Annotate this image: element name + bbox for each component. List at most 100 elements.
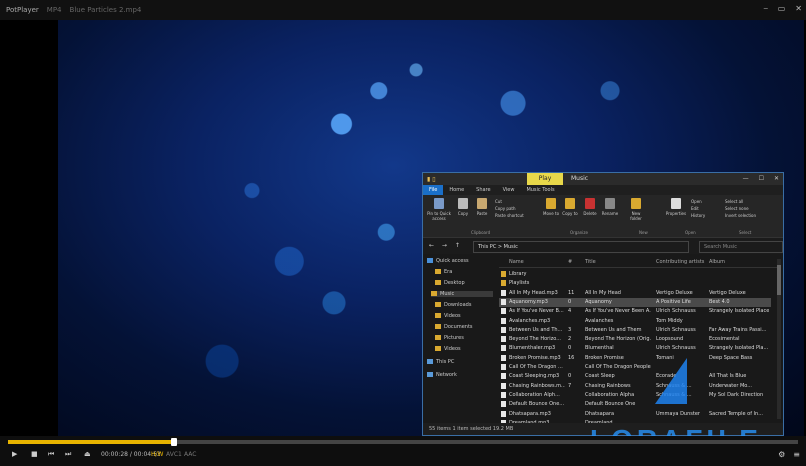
nav-item[interactable]: Videos — [435, 313, 461, 319]
tab-home[interactable]: Home — [443, 185, 470, 195]
file-row[interactable]: Collaboration Alph... Collaboration Alpha… — [499, 391, 771, 400]
nav-item[interactable]: Music — [431, 291, 493, 297]
cell-artist: A Positive Life — [656, 298, 691, 305]
column-artists[interactable]: Contributing artists — [656, 259, 704, 265]
cell-album: All That Is Blue — [709, 373, 747, 380]
cell-title: Chasing Rainbows — [585, 382, 631, 389]
file-row[interactable]: Broken Promise.mp3 16 Broken Promise Tomani… — [499, 354, 771, 363]
video-player: PotPlayer MP4 Blue Particles 2.mp4 ⎯ ▭ ✕… — [0, 0, 806, 466]
computer-icon — [427, 359, 433, 364]
close-icon[interactable]: ✕ — [795, 4, 802, 14]
file-explorer-window[interactable]: ▮ ▯ Play Music — ☐ ✕ File Home Share Vie… — [422, 172, 784, 436]
minimize-icon[interactable]: — — [743, 175, 749, 182]
app-name[interactable]: PotPlayer — [6, 6, 39, 14]
open-button[interactable]: Open — [691, 198, 719, 205]
cut-button[interactable]: Cut — [495, 198, 539, 205]
minimize-icon[interactable]: ⎯ — [764, 4, 768, 14]
seek-bar[interactable] — [8, 438, 798, 446]
settings-icon[interactable]: ⚙ — [778, 450, 785, 459]
file-row[interactable]: Chasing Rainbows.m... 7 Chasing Rainbows Sc… — [499, 382, 771, 391]
invert-selection-button[interactable]: Invert selection — [725, 212, 779, 219]
nav-item[interactable]: This PC — [427, 359, 454, 365]
select-none-button[interactable]: Select none — [725, 205, 779, 212]
cell-no: 4 — [568, 308, 572, 315]
history-button[interactable]: History — [691, 212, 719, 219]
address-bar[interactable]: This PC > Music — [473, 241, 689, 253]
tab-share[interactable]: Share — [470, 185, 496, 195]
delete-button[interactable]: Delete — [582, 198, 598, 216]
next-icon[interactable]: ⏭ — [65, 450, 71, 459]
search-input[interactable]: Search Music — [699, 241, 783, 253]
paste-button[interactable]: Paste — [474, 198, 490, 216]
nav-item[interactable]: Downloads — [435, 302, 471, 308]
column-album[interactable]: Album — [709, 259, 725, 265]
cell-name: As If You've Never B... — [509, 308, 564, 315]
tab-view[interactable]: View — [497, 185, 521, 195]
select-all-button[interactable]: Select all — [725, 198, 779, 205]
file-row[interactable]: Aquanomy.mp3 0 Aquanomy A Positive Life Best… — [499, 297, 771, 307]
edit-button[interactable]: Edit — [691, 205, 719, 212]
column-number[interactable]: # — [568, 259, 572, 265]
file-row[interactable]: Blumenthaler.mp3 0 Blumenthal Ulrich Schnau… — [499, 344, 771, 353]
nav-item[interactable]: Pictures — [435, 335, 464, 341]
move-to-button[interactable]: Move to — [543, 198, 559, 216]
nav-item[interactable]: Network — [427, 372, 457, 378]
close-icon[interactable]: ✕ — [774, 175, 779, 182]
scrollbar-thumb[interactable] — [777, 265, 781, 295]
stop-icon[interactable]: ■ — [31, 450, 38, 458]
cell-title: Aquanomy — [585, 298, 612, 305]
cell-album: Strangely Isolated Place — [709, 308, 769, 315]
cell-no: 0 — [568, 345, 572, 352]
nav-item-label: Downloads — [444, 302, 472, 308]
scrollbar[interactable] — [777, 259, 781, 419]
nav-item[interactable]: Quick access — [427, 258, 469, 264]
audio-file-icon — [501, 317, 506, 324]
new-folder-icon — [631, 198, 641, 209]
video-codec-badge: AVC1 — [166, 451, 182, 458]
rename-icon — [605, 198, 615, 209]
tab-music-tools[interactable]: Music Tools — [520, 185, 560, 195]
properties-button[interactable]: Properties — [665, 198, 687, 216]
maximize-icon[interactable]: ☐ — [759, 175, 764, 182]
previous-icon[interactable]: ⏮ — [48, 450, 54, 459]
new-folder-button[interactable]: New folder — [627, 198, 645, 221]
file-row[interactable]: Coast Sleeping.mp3 0 Coast Sleep Ecorade All… — [499, 372, 771, 381]
nav-item[interactable]: Era — [435, 269, 452, 275]
copy-path-button[interactable]: Copy path — [495, 205, 539, 212]
file-row[interactable]: Library — [499, 270, 771, 279]
copy-to-button[interactable]: Copy to — [562, 198, 578, 216]
pin-button[interactable]: Pin to Quick access — [426, 198, 452, 221]
play-icon[interactable]: ▶ — [12, 450, 17, 458]
audio-file-icon — [501, 391, 506, 398]
rename-button[interactable]: Rename — [601, 198, 619, 216]
file-row[interactable]: Between Us and Th... 3 Between Us and Them… — [499, 326, 771, 335]
file-row[interactable]: Default Bounce One... Default Bounce One — [499, 400, 771, 409]
cell-album: Strangely Isolated Pla... — [709, 345, 769, 352]
cell-no: 7 — [568, 382, 572, 389]
seek-handle[interactable] — [170, 438, 177, 446]
file-row[interactable]: Avalanches.mp3 Avalanches Tom Middy — [499, 317, 771, 326]
nav-item[interactable]: Documents — [435, 324, 473, 330]
eject-icon[interactable]: ⏏ — [84, 450, 91, 458]
file-row[interactable]: Call Of The Dragon ... Call Of The Dragon… — [499, 363, 771, 372]
play-tab[interactable]: Play — [527, 173, 563, 185]
group-organize: Organize — [570, 230, 588, 235]
hw-badge[interactable]: H/W — [151, 451, 163, 458]
nav-arrows[interactable]: ← → ↑ — [429, 242, 463, 249]
paste-shortcut-button[interactable]: Paste shortcut — [495, 212, 539, 219]
file-row[interactable]: Beyond The Horizo... 2 Beyond The Horizon … — [499, 335, 771, 344]
file-row[interactable]: As If You've Never B... 4 As If You've Nev… — [499, 307, 771, 316]
nav-item[interactable]: Desktop — [435, 280, 465, 286]
column-name[interactable]: Name — [509, 259, 524, 265]
maximize-icon[interactable]: ▭ — [778, 4, 786, 14]
copy-button[interactable]: Copy — [455, 198, 471, 216]
nav-item[interactable]: Videos — [435, 346, 461, 352]
select-small-buttons: Select all Select none Invert selection — [725, 198, 779, 219]
file-row[interactable]: All In My Head.mp3 11 All In My Head Vertig… — [499, 289, 771, 298]
file-row[interactable]: Playlists — [499, 279, 771, 288]
column-title[interactable]: Title — [585, 259, 596, 265]
file-row[interactable]: Dhatsapara.mp3 Dhatsapara Ummaya Dunster Sa… — [499, 410, 771, 419]
menu-icon[interactable]: ≡ — [793, 450, 800, 459]
tab-file[interactable]: File — [423, 185, 444, 195]
cell-name: Chasing Rainbows.m... — [509, 382, 565, 389]
